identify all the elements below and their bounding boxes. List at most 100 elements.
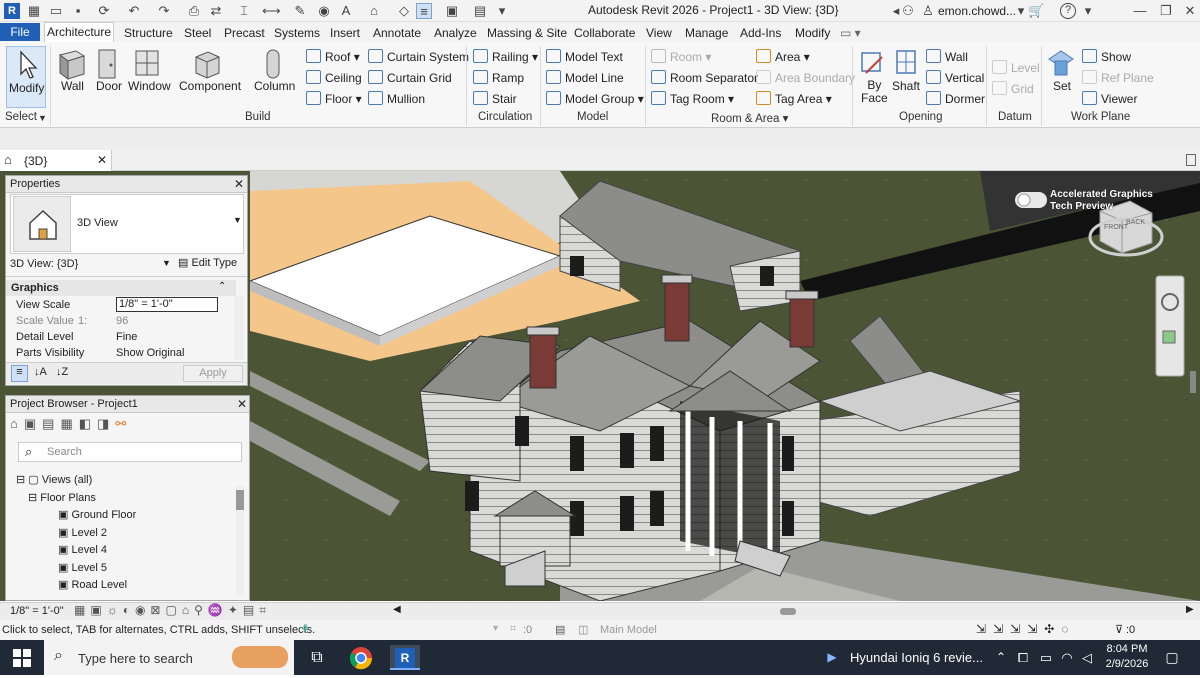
- instance-selector[interactable]: 3D View: {3D}: [10, 258, 78, 270]
- railing-button[interactable]: Railing ▾: [473, 49, 538, 64]
- pizza-doodle-icon[interactable]: [232, 646, 288, 668]
- groups-icon[interactable]: ◨: [97, 416, 115, 431]
- collapse-icon[interactable]: ⌃: [218, 281, 226, 292]
- undo-icon[interactable]: ↶: [126, 3, 142, 19]
- help-icon[interactable]: ?: [1060, 3, 1076, 19]
- clock-date[interactable]: 2/9/2026: [1100, 658, 1154, 670]
- grid-button[interactable]: Grid: [992, 81, 1034, 96]
- opening-wall-button[interactable]: Wall: [926, 49, 968, 64]
- detail-level-icon[interactable]: ▦: [74, 603, 90, 617]
- tab-list-icon[interactable]: [1186, 154, 1196, 166]
- schedules-icon[interactable]: ▦: [60, 416, 78, 431]
- tab-add-ins[interactable]: Add-Ins: [740, 24, 781, 42]
- tray-expand-icon[interactable]: ⌃: [994, 645, 1008, 670]
- door-icon[interactable]: [95, 47, 119, 81]
- battery-icon[interactable]: ▭: [1036, 645, 1056, 670]
- parts-visibility-value[interactable]: Show Original: [116, 345, 184, 361]
- dimension-icon[interactable]: ⟷: [262, 3, 281, 19]
- select-pinned-icon[interactable]: ⇲: [1010, 622, 1027, 636]
- sheets-icon[interactable]: ▤: [42, 416, 60, 431]
- component-icon[interactable]: [192, 47, 222, 81]
- taskbar-search-box[interactable]: ⌕ Type here to search: [44, 640, 294, 675]
- notifications-icon[interactable]: ▢: [1160, 645, 1184, 670]
- room-separator-button[interactable]: Room Separator: [651, 70, 758, 85]
- tab-precast[interactable]: Precast: [224, 24, 265, 42]
- tree-item-level-5[interactable]: ▣ Level 5: [58, 561, 107, 574]
- close-tab-icon[interactable]: ✕: [97, 153, 107, 167]
- select-links-icon[interactable]: ⇲: [976, 622, 993, 636]
- home-icon[interactable]: ⌂: [10, 416, 24, 431]
- sync-icon[interactable]: ⟳: [96, 3, 112, 19]
- worksets-icon[interactable]: ⚘: [300, 622, 311, 636]
- tab-steel[interactable]: Steel: [184, 24, 211, 42]
- measure-icon[interactable]: ⌶: [236, 3, 252, 19]
- sort-descending-icon[interactable]: ↓Z: [56, 366, 68, 378]
- tab-insert[interactable]: Insert: [330, 24, 360, 42]
- window-icon[interactable]: [133, 47, 161, 81]
- project-browser-close-icon[interactable]: ✕: [237, 397, 247, 411]
- windows-start-icon[interactable]: [10, 645, 34, 670]
- wall-button[interactable]: Wall: [61, 79, 84, 93]
- tab-annotate[interactable]: Annotate: [373, 24, 421, 42]
- revit-taskbar-icon[interactable]: R: [390, 645, 420, 670]
- sort-ascending-icon[interactable]: ↓A: [34, 366, 47, 378]
- properties-close-icon[interactable]: ✕: [234, 177, 244, 191]
- wall-icon[interactable]: [56, 47, 88, 81]
- tree-item-ground-floor[interactable]: ▣ Ground Floor: [58, 508, 136, 521]
- tag-icon[interactable]: ✎: [292, 3, 308, 19]
- user-name[interactable]: emon.chowd...: [938, 4, 1016, 18]
- restore-icon[interactable]: ❐: [1158, 3, 1174, 19]
- circle-icon[interactable]: ◉: [316, 3, 332, 19]
- shaft-button[interactable]: Shaft: [892, 79, 920, 93]
- wifi-icon[interactable]: ◠: [1058, 645, 1076, 670]
- scale-readout[interactable]: 1/8" = 1'-0": [10, 605, 64, 617]
- crop-region-icon[interactable]: ▢: [165, 603, 181, 617]
- mullion-button[interactable]: Mullion: [368, 91, 425, 106]
- vertical-button[interactable]: Vertical: [926, 70, 984, 85]
- by-face-icon[interactable]: [858, 47, 886, 77]
- curtain-grid-button[interactable]: Curtain Grid: [368, 70, 452, 85]
- worksharing-icon[interactable]: ▤: [243, 603, 259, 617]
- links-icon[interactable]: ⚯: [115, 416, 132, 431]
- collapse-icon[interactable]: ⊟: [16, 474, 25, 486]
- switch-windows-icon[interactable]: ▤: [472, 3, 488, 19]
- render-icon[interactable]: ◉: [135, 603, 150, 617]
- select-underlay-icon[interactable]: ⇲: [993, 622, 1010, 636]
- model-line-button[interactable]: Model Line: [546, 70, 624, 85]
- design-option-selector[interactable]: Main Model: [600, 624, 657, 636]
- filter-icon[interactable]: ⊽: [1115, 623, 1123, 636]
- door-button[interactable]: Door: [96, 79, 122, 93]
- select-by-face-icon[interactable]: ⇲: [1027, 622, 1044, 636]
- tree-item-road-level[interactable]: ▣ Road Level: [58, 578, 127, 591]
- component-button[interactable]: Component: [179, 79, 241, 93]
- background-process-icon[interactable]: ◌: [1061, 622, 1075, 636]
- qat-dropdown-icon[interactable]: ▾: [494, 3, 510, 19]
- ceiling-button[interactable]: Ceiling: [306, 70, 362, 85]
- browser-scrollbar[interactable]: [236, 486, 244, 596]
- view-scale-field[interactable]: 1/8" = 1'-0": [116, 297, 218, 312]
- graphics-section-header[interactable]: Graphics ⌃: [6, 280, 236, 296]
- tag-room-button[interactable]: Tag Room ▾: [651, 91, 734, 106]
- tab-systems[interactable]: Systems: [274, 24, 320, 42]
- open-file-icon[interactable]: ▭: [48, 3, 64, 19]
- area-button[interactable]: Area ▾: [756, 49, 810, 64]
- viewer-button[interactable]: Viewer: [1082, 91, 1137, 106]
- model-group-button[interactable]: Model Group ▾: [546, 91, 644, 106]
- tree-item-level-4[interactable]: ▣ Level 4: [58, 543, 107, 556]
- area-boundary-button[interactable]: Area Boundary: [756, 70, 855, 85]
- stair-button[interactable]: Stair: [473, 91, 517, 106]
- dormer-button[interactable]: Dormer: [926, 91, 985, 106]
- volume-icon[interactable]: ◁: [1078, 645, 1096, 670]
- apply-button[interactable]: Apply: [183, 365, 243, 382]
- open-icon[interactable]: ▦: [26, 3, 42, 19]
- sun-path-icon[interactable]: ☼: [107, 603, 123, 617]
- tab-collaborate[interactable]: Collaborate: [574, 24, 635, 42]
- properties-scrollbar[interactable]: [234, 296, 244, 360]
- detail-level-value[interactable]: Fine: [116, 329, 137, 345]
- minimize-icon[interactable]: —: [1132, 3, 1148, 19]
- shadows-icon[interactable]: ◐: [123, 603, 135, 617]
- tab-massing-site[interactable]: Massing & Site: [487, 24, 567, 42]
- instance-dropdown-icon[interactable]: ▼: [162, 258, 171, 268]
- hide-icon[interactable]: ⚲: [194, 603, 208, 617]
- shaft-icon[interactable]: [892, 47, 920, 77]
